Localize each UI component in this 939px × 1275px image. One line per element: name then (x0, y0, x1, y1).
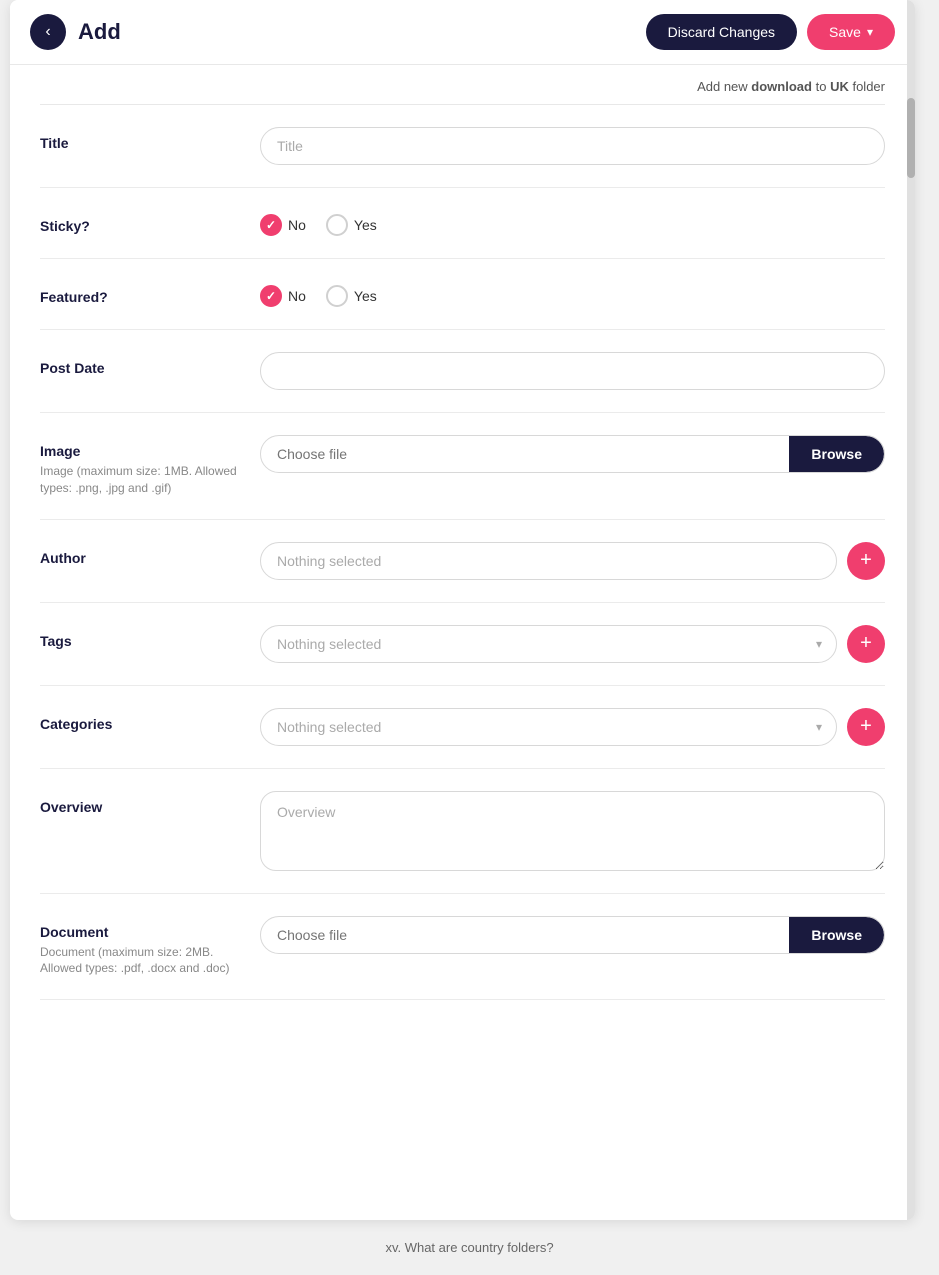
header-left: ‹ Add (30, 14, 121, 50)
author-select[interactable]: Nothing selected (260, 542, 837, 580)
title-row: Title (40, 105, 885, 188)
featured-no-radio[interactable] (260, 285, 282, 307)
title-control (260, 127, 885, 165)
categories-control: Nothing selected ▾ + (260, 708, 885, 746)
image-file-input: Browse (260, 435, 885, 473)
panel-header: ‹ Add Discard Changes Save (10, 0, 915, 65)
featured-label: Featured? (40, 281, 240, 305)
header-actions: Discard Changes Save (646, 14, 895, 50)
sticky-radio-group: No Yes (260, 210, 377, 236)
sticky-label: Sticky? (40, 210, 240, 234)
subtitle: Add new download to UK folder (40, 65, 885, 105)
featured-no-label: No (288, 288, 306, 304)
featured-no-option[interactable]: No (260, 285, 306, 307)
document-sublabel: Document (maximum size: 2MB. Allowed typ… (40, 944, 240, 978)
image-browse-button[interactable]: Browse (789, 436, 884, 472)
image-sublabel: Image (maximum size: 1MB. Allowed types:… (40, 463, 240, 497)
image-label: Image Image (maximum size: 1MB. Allowed … (40, 435, 240, 497)
document-label: Document Document (maximum size: 2MB. Al… (40, 916, 240, 978)
featured-yes-label: Yes (354, 288, 377, 304)
categories-dropdown-arrow: ▾ (816, 720, 836, 734)
featured-control: No Yes (260, 281, 885, 307)
document-file-input: Browse (260, 916, 885, 954)
author-control: Nothing selected + (260, 542, 885, 580)
main-panel: ‹ Add Discard Changes Save Add new downl… (10, 0, 915, 1220)
spacer (40, 1000, 885, 1040)
author-plus-icon: + (860, 549, 872, 572)
save-button[interactable]: Save (807, 14, 895, 50)
image-row: Image Image (maximum size: 1MB. Allowed … (40, 413, 885, 520)
categories-label: Categories (40, 708, 240, 732)
overview-textarea[interactable] (260, 791, 885, 871)
tags-label: Tags (40, 625, 240, 649)
featured-radio-group: No Yes (260, 281, 377, 307)
overview-row: Overview (40, 769, 885, 894)
document-row: Document Document (maximum size: 2MB. Al… (40, 894, 885, 1001)
featured-yes-radio[interactable] (326, 285, 348, 307)
featured-yes-option[interactable]: Yes (326, 285, 377, 307)
tags-dropdown-arrow: ▾ (816, 637, 836, 651)
tags-row: Tags Nothing selected ▾ + (40, 603, 885, 686)
categories-plus-icon: + (860, 715, 872, 738)
overview-control (260, 791, 885, 871)
panel-scrollbar[interactable] (907, 0, 915, 1220)
sticky-yes-radio[interactable] (326, 214, 348, 236)
post-date-label: Post Date (40, 352, 240, 376)
author-row: Author Nothing selected + (40, 520, 885, 603)
sticky-yes-label: Yes (354, 217, 377, 233)
bottom-hint: xv. What are country folders? (0, 1220, 939, 1275)
tags-add-button[interactable]: + (847, 625, 885, 663)
page-wrapper: ‹ Add Discard Changes Save Add new downl… (0, 0, 939, 1275)
document-file-text[interactable] (261, 917, 789, 953)
tags-control: Nothing selected ▾ + (260, 625, 885, 663)
sticky-control: No Yes (260, 210, 885, 236)
back-button[interactable]: ‹ (30, 14, 66, 50)
tags-select[interactable]: Nothing selected ▾ (260, 625, 837, 663)
author-dropdown[interactable]: Nothing selected (261, 543, 822, 579)
post-date-control: 17/02/2022 (260, 352, 885, 390)
author-label: Author (40, 542, 240, 566)
author-add-button[interactable]: + (847, 542, 885, 580)
categories-dropdown[interactable]: Nothing selected (261, 709, 816, 745)
image-file-text[interactable] (261, 436, 789, 472)
categories-add-button[interactable]: + (847, 708, 885, 746)
sticky-yes-option[interactable]: Yes (326, 214, 377, 236)
overview-label: Overview (40, 791, 240, 815)
title-label: Title (40, 127, 240, 151)
categories-select[interactable]: Nothing selected ▾ (260, 708, 837, 746)
discard-changes-button[interactable]: Discard Changes (646, 14, 797, 50)
panel-scrollbar-thumb (907, 98, 915, 178)
page-title: Add (78, 19, 121, 45)
featured-row: Featured? No Yes (40, 259, 885, 330)
post-date-input[interactable]: 17/02/2022 (260, 352, 885, 390)
document-browse-button[interactable]: Browse (789, 917, 884, 953)
panel-body: Add new download to UK folder Title Stic… (10, 65, 915, 1040)
image-control: Browse (260, 435, 885, 473)
sticky-no-label: No (288, 217, 306, 233)
sticky-no-radio[interactable] (260, 214, 282, 236)
tags-dropdown[interactable]: Nothing selected (261, 626, 816, 662)
categories-row: Categories Nothing selected ▾ + (40, 686, 885, 769)
title-input[interactable] (260, 127, 885, 165)
document-control: Browse (260, 916, 885, 954)
post-date-row: Post Date 17/02/2022 (40, 330, 885, 413)
sticky-row: Sticky? No Yes (40, 188, 885, 259)
back-icon: ‹ (45, 23, 50, 41)
tags-plus-icon: + (860, 632, 872, 655)
sticky-no-option[interactable]: No (260, 214, 306, 236)
